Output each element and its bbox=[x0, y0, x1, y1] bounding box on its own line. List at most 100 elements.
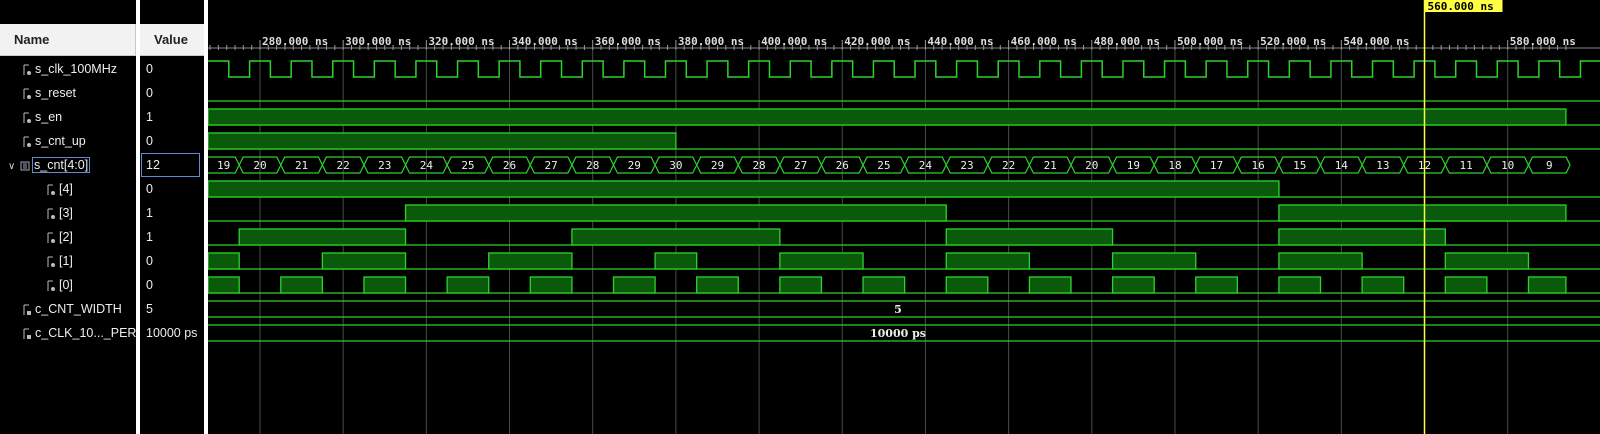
bit-waveform-high bbox=[1278, 204, 1567, 222]
signal-value-cell[interactable]: 1 bbox=[146, 225, 202, 249]
bit-waveform-high bbox=[208, 132, 677, 150]
bit-waveform-high bbox=[696, 276, 739, 294]
bus-value-label: 26 bbox=[836, 159, 849, 172]
bit-waveform-high bbox=[779, 252, 864, 270]
bit-waveform-high bbox=[1444, 252, 1530, 270]
ruler-tick-label: 340.000 ns bbox=[512, 35, 578, 48]
signal-value-cell[interactable]: 0 bbox=[146, 81, 202, 105]
bus-value-label: 14 bbox=[1335, 159, 1349, 172]
bus-value-label: 11 bbox=[1459, 159, 1472, 172]
signal-name-label: s_en bbox=[35, 110, 63, 124]
bus-value-label: 26 bbox=[503, 159, 516, 172]
bus-value-label: 20 bbox=[253, 159, 266, 172]
signal-name-row[interactable]: s_reset bbox=[0, 81, 137, 105]
logic-signal-icon bbox=[46, 182, 59, 196]
logic-signal-icon bbox=[22, 110, 35, 124]
bus-value-label: 28 bbox=[752, 159, 765, 172]
signal-name-label: s_cnt[4:0] bbox=[31, 157, 91, 173]
logic-signal-icon bbox=[22, 86, 35, 100]
signal-name-label: s_reset bbox=[35, 86, 76, 100]
constant-signal-icon bbox=[22, 326, 35, 340]
ruler-tick-label: 380.000 ns bbox=[678, 35, 744, 48]
signal-value-cell[interactable]: 12 bbox=[141, 153, 200, 177]
logic-signal-icon bbox=[22, 62, 35, 76]
signal-name-row[interactable]: c_CNT_WIDTH bbox=[0, 297, 137, 321]
signal-name-row[interactable]: s_en bbox=[0, 105, 137, 129]
bus-value-label: 29 bbox=[711, 159, 724, 172]
signal-value-cell[interactable]: 1 bbox=[146, 105, 202, 129]
value-column-header[interactable]: Value bbox=[140, 24, 204, 56]
bit-waveform-high bbox=[862, 276, 906, 294]
collapse-chevron-icon[interactable]: ∨ bbox=[8, 155, 20, 177]
bus-value-label: 28 bbox=[586, 159, 599, 172]
bus-value-label: 25 bbox=[877, 159, 890, 172]
bus-value-label: 24 bbox=[919, 159, 933, 172]
bus-value-label: 9 bbox=[1546, 159, 1553, 172]
logic-signal-icon bbox=[46, 278, 59, 292]
signal-value-cell[interactable]: 0 bbox=[146, 57, 202, 81]
waveform-view[interactable]: 280.000 ns 300.000 ns 320.000 ns 340.000 ns… bbox=[208, 0, 1600, 434]
ruler-tick-label: 460.000 ns bbox=[1011, 35, 1077, 48]
bus-value-label: 18 bbox=[1168, 159, 1181, 172]
bit-waveform-high bbox=[404, 204, 947, 222]
cursor-time-label: 560.000 ns bbox=[1428, 0, 1494, 13]
bus-value-label: 16 bbox=[1252, 159, 1265, 172]
signal-value-cell[interactable]: 10000 ps bbox=[146, 321, 202, 345]
signal-name-label: [3] bbox=[59, 206, 73, 220]
bus-value-label: 17 bbox=[1210, 159, 1223, 172]
bit-waveform-high bbox=[208, 180, 1280, 198]
ruler-tick-label: 360.000 ns bbox=[595, 35, 661, 48]
signal-name-row[interactable]: s_clk_100MHz bbox=[0, 57, 137, 81]
signal-value-cell[interactable]: 0 bbox=[146, 177, 202, 201]
signal-name-label: [2] bbox=[59, 230, 73, 244]
bit-waveform-high bbox=[208, 276, 240, 294]
signal-name-row[interactable]: [0] bbox=[0, 273, 137, 297]
ruler-tick-label: 420.000 ns bbox=[844, 35, 910, 48]
signal-name-row[interactable]: [1] bbox=[0, 249, 137, 273]
bit-waveform-high bbox=[1444, 276, 1488, 294]
bit-waveform-high bbox=[1361, 276, 1405, 294]
bit-waveform-high bbox=[945, 252, 1031, 270]
bus-value-label: 22 bbox=[1002, 159, 1015, 172]
ruler-tick-label: 280.000 ns bbox=[262, 35, 328, 48]
signal-value-cell[interactable]: 0 bbox=[146, 249, 202, 273]
bit-waveform-high bbox=[1278, 228, 1446, 246]
ruler-tick-label: 580.000 ns bbox=[1510, 35, 1576, 48]
signal-name-row[interactable]: s_cnt_up bbox=[0, 129, 137, 153]
bit-waveform-high bbox=[208, 252, 240, 270]
signal-value-cell[interactable]: 5 bbox=[146, 297, 202, 321]
name-column-header[interactable]: Name bbox=[0, 24, 136, 56]
bit-waveform-high bbox=[238, 228, 407, 246]
signal-name-row[interactable]: ∨ s_cnt[4:0] bbox=[0, 153, 137, 177]
ruler-tick-label: 300.000 ns bbox=[345, 35, 411, 48]
signal-name-row[interactable]: c_CLK_10..._PERIO bbox=[0, 321, 137, 345]
bus-value-label: 19 bbox=[217, 159, 230, 172]
ruler-tick-label: 520.000 ns bbox=[1260, 35, 1326, 48]
bus-value-label: 27 bbox=[794, 159, 807, 172]
ruler-tick-label: 320.000 ns bbox=[428, 35, 494, 48]
logic-signal-icon bbox=[46, 230, 59, 244]
bit-waveform-high bbox=[529, 276, 573, 294]
bit-waveform-high bbox=[1278, 276, 1322, 294]
bus-value-label: 21 bbox=[295, 159, 308, 172]
ruler-tick-label: 540.000 ns bbox=[1343, 35, 1409, 48]
bus-value-label: 29 bbox=[628, 159, 641, 172]
signal-name-row[interactable]: [2] bbox=[0, 225, 137, 249]
bus-value-label: 22 bbox=[337, 159, 350, 172]
bit-waveform-high bbox=[446, 276, 490, 294]
bus-value-label: 10 bbox=[1501, 159, 1514, 172]
signal-name-label: c_CLK_10..._PERIO bbox=[35, 326, 137, 340]
signal-name-label: c_CNT_WIDTH bbox=[35, 302, 122, 316]
bus-value-label: 23 bbox=[378, 159, 391, 172]
bit-waveform-high bbox=[612, 276, 656, 294]
bit-waveform-high bbox=[1195, 276, 1239, 294]
signal-value-cell[interactable]: 0 bbox=[146, 273, 202, 297]
signal-value-cell[interactable]: 1 bbox=[146, 201, 202, 225]
bus-value-label: 19 bbox=[1127, 159, 1140, 172]
signal-name-label: s_clk_100MHz bbox=[35, 62, 117, 76]
signal-name-label: [1] bbox=[59, 254, 73, 268]
signal-name-row[interactable]: [4] bbox=[0, 177, 137, 201]
signal-name-row[interactable]: [3] bbox=[0, 201, 137, 225]
signal-value-cell[interactable]: 0 bbox=[146, 129, 202, 153]
bus-value-label: 13 bbox=[1376, 159, 1389, 172]
